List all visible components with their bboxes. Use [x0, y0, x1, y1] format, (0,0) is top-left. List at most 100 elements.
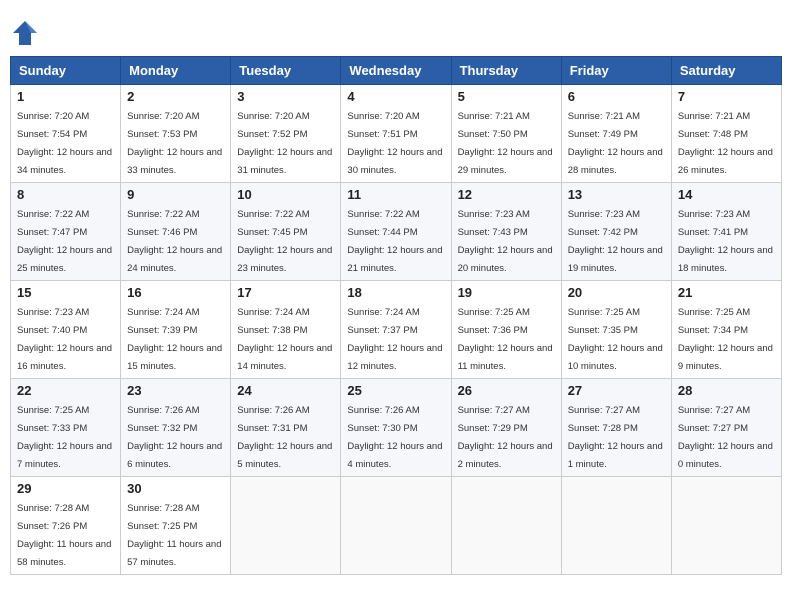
day-number: 22: [17, 383, 114, 398]
calendar-header-row: SundayMondayTuesdayWednesdayThursdayFrid…: [11, 57, 782, 85]
day-info: Sunrise: 7:23 AM Sunset: 7:42 PM Dayligh…: [568, 209, 663, 274]
day-info: Sunrise: 7:23 AM Sunset: 7:43 PM Dayligh…: [458, 209, 553, 274]
day-number: 12: [458, 187, 555, 202]
day-info: Sunrise: 7:22 AM Sunset: 7:46 PM Dayligh…: [127, 209, 222, 274]
day-number: 7: [678, 89, 775, 104]
day-number: 28: [678, 383, 775, 398]
day-info: Sunrise: 7:23 AM Sunset: 7:40 PM Dayligh…: [17, 307, 112, 372]
day-info: Sunrise: 7:20 AM Sunset: 7:53 PM Dayligh…: [127, 111, 222, 176]
page: SundayMondayTuesdayWednesdayThursdayFrid…: [10, 10, 782, 575]
calendar-cell: [671, 477, 781, 575]
calendar-cell: 7 Sunrise: 7:21 AM Sunset: 7:48 PM Dayli…: [671, 85, 781, 183]
day-info: Sunrise: 7:20 AM Sunset: 7:52 PM Dayligh…: [237, 111, 332, 176]
calendar-cell: 27 Sunrise: 7:27 AM Sunset: 7:28 PM Dayl…: [561, 379, 671, 477]
calendar-week-4: 22 Sunrise: 7:25 AM Sunset: 7:33 PM Dayl…: [11, 379, 782, 477]
weekday-header-friday: Friday: [561, 57, 671, 85]
day-info: Sunrise: 7:26 AM Sunset: 7:30 PM Dayligh…: [347, 405, 442, 470]
calendar-cell: 16 Sunrise: 7:24 AM Sunset: 7:39 PM Dayl…: [121, 281, 231, 379]
calendar-cell: 14 Sunrise: 7:23 AM Sunset: 7:41 PM Dayl…: [671, 183, 781, 281]
calendar-cell: 8 Sunrise: 7:22 AM Sunset: 7:47 PM Dayli…: [11, 183, 121, 281]
day-info: Sunrise: 7:25 AM Sunset: 7:36 PM Dayligh…: [458, 307, 553, 372]
calendar-cell: 29 Sunrise: 7:28 AM Sunset: 7:26 PM Dayl…: [11, 477, 121, 575]
day-number: 13: [568, 187, 665, 202]
calendar-table: SundayMondayTuesdayWednesdayThursdayFrid…: [10, 56, 782, 575]
calendar-cell: 2 Sunrise: 7:20 AM Sunset: 7:53 PM Dayli…: [121, 85, 231, 183]
calendar-week-1: 1 Sunrise: 7:20 AM Sunset: 7:54 PM Dayli…: [11, 85, 782, 183]
day-number: 4: [347, 89, 444, 104]
calendar-cell: 3 Sunrise: 7:20 AM Sunset: 7:52 PM Dayli…: [231, 85, 341, 183]
calendar-cell: 20 Sunrise: 7:25 AM Sunset: 7:35 PM Dayl…: [561, 281, 671, 379]
day-number: 15: [17, 285, 114, 300]
day-info: Sunrise: 7:22 AM Sunset: 7:44 PM Dayligh…: [347, 209, 442, 274]
calendar-cell: 18 Sunrise: 7:24 AM Sunset: 7:37 PM Dayl…: [341, 281, 451, 379]
day-info: Sunrise: 7:21 AM Sunset: 7:48 PM Dayligh…: [678, 111, 773, 176]
day-number: 24: [237, 383, 334, 398]
day-number: 5: [458, 89, 555, 104]
day-info: Sunrise: 7:21 AM Sunset: 7:50 PM Dayligh…: [458, 111, 553, 176]
day-info: Sunrise: 7:25 AM Sunset: 7:35 PM Dayligh…: [568, 307, 663, 372]
day-number: 29: [17, 481, 114, 496]
day-number: 10: [237, 187, 334, 202]
calendar-cell: 26 Sunrise: 7:27 AM Sunset: 7:29 PM Dayl…: [451, 379, 561, 477]
day-number: 11: [347, 187, 444, 202]
day-info: Sunrise: 7:23 AM Sunset: 7:41 PM Dayligh…: [678, 209, 773, 274]
calendar-cell: [341, 477, 451, 575]
calendar-cell: 9 Sunrise: 7:22 AM Sunset: 7:46 PM Dayli…: [121, 183, 231, 281]
weekday-header-saturday: Saturday: [671, 57, 781, 85]
day-info: Sunrise: 7:24 AM Sunset: 7:37 PM Dayligh…: [347, 307, 442, 372]
calendar-week-3: 15 Sunrise: 7:23 AM Sunset: 7:40 PM Dayl…: [11, 281, 782, 379]
calendar-cell: 13 Sunrise: 7:23 AM Sunset: 7:42 PM Dayl…: [561, 183, 671, 281]
day-number: 30: [127, 481, 224, 496]
day-info: Sunrise: 7:21 AM Sunset: 7:49 PM Dayligh…: [568, 111, 663, 176]
day-info: Sunrise: 7:22 AM Sunset: 7:47 PM Dayligh…: [17, 209, 112, 274]
calendar-body: 1 Sunrise: 7:20 AM Sunset: 7:54 PM Dayli…: [11, 85, 782, 575]
day-info: Sunrise: 7:27 AM Sunset: 7:29 PM Dayligh…: [458, 405, 553, 470]
day-info: Sunrise: 7:24 AM Sunset: 7:38 PM Dayligh…: [237, 307, 332, 372]
weekday-header-sunday: Sunday: [11, 57, 121, 85]
day-info: Sunrise: 7:25 AM Sunset: 7:33 PM Dayligh…: [17, 405, 112, 470]
calendar-cell: 30 Sunrise: 7:28 AM Sunset: 7:25 PM Dayl…: [121, 477, 231, 575]
calendar-cell: 28 Sunrise: 7:27 AM Sunset: 7:27 PM Dayl…: [671, 379, 781, 477]
calendar-week-2: 8 Sunrise: 7:22 AM Sunset: 7:47 PM Dayli…: [11, 183, 782, 281]
day-info: Sunrise: 7:20 AM Sunset: 7:54 PM Dayligh…: [17, 111, 112, 176]
day-number: 8: [17, 187, 114, 202]
day-info: Sunrise: 7:22 AM Sunset: 7:45 PM Dayligh…: [237, 209, 332, 274]
logo: [10, 18, 44, 48]
calendar-cell: 21 Sunrise: 7:25 AM Sunset: 7:34 PM Dayl…: [671, 281, 781, 379]
calendar-week-5: 29 Sunrise: 7:28 AM Sunset: 7:26 PM Dayl…: [11, 477, 782, 575]
day-number: 9: [127, 187, 224, 202]
day-info: Sunrise: 7:27 AM Sunset: 7:27 PM Dayligh…: [678, 405, 773, 470]
calendar-cell: 6 Sunrise: 7:21 AM Sunset: 7:49 PM Dayli…: [561, 85, 671, 183]
day-number: 1: [17, 89, 114, 104]
day-number: 17: [237, 285, 334, 300]
day-info: Sunrise: 7:25 AM Sunset: 7:34 PM Dayligh…: [678, 307, 773, 372]
day-number: 25: [347, 383, 444, 398]
calendar-cell: 11 Sunrise: 7:22 AM Sunset: 7:44 PM Dayl…: [341, 183, 451, 281]
day-info: Sunrise: 7:28 AM Sunset: 7:26 PM Dayligh…: [17, 503, 111, 568]
calendar-cell: 10 Sunrise: 7:22 AM Sunset: 7:45 PM Dayl…: [231, 183, 341, 281]
calendar-cell: 19 Sunrise: 7:25 AM Sunset: 7:36 PM Dayl…: [451, 281, 561, 379]
day-info: Sunrise: 7:24 AM Sunset: 7:39 PM Dayligh…: [127, 307, 222, 372]
calendar-cell: 17 Sunrise: 7:24 AM Sunset: 7:38 PM Dayl…: [231, 281, 341, 379]
calendar-cell: 1 Sunrise: 7:20 AM Sunset: 7:54 PM Dayli…: [11, 85, 121, 183]
day-number: 6: [568, 89, 665, 104]
day-number: 3: [237, 89, 334, 104]
logo-icon: [10, 18, 40, 48]
calendar-cell: 24 Sunrise: 7:26 AM Sunset: 7:31 PM Dayl…: [231, 379, 341, 477]
day-info: Sunrise: 7:28 AM Sunset: 7:25 PM Dayligh…: [127, 503, 221, 568]
day-number: 27: [568, 383, 665, 398]
calendar-cell: [561, 477, 671, 575]
day-number: 16: [127, 285, 224, 300]
calendar-cell: 12 Sunrise: 7:23 AM Sunset: 7:43 PM Dayl…: [451, 183, 561, 281]
calendar-cell: 15 Sunrise: 7:23 AM Sunset: 7:40 PM Dayl…: [11, 281, 121, 379]
weekday-header-wednesday: Wednesday: [341, 57, 451, 85]
day-number: 18: [347, 285, 444, 300]
day-info: Sunrise: 7:20 AM Sunset: 7:51 PM Dayligh…: [347, 111, 442, 176]
calendar-cell: [231, 477, 341, 575]
weekday-header-tuesday: Tuesday: [231, 57, 341, 85]
day-number: 20: [568, 285, 665, 300]
day-number: 2: [127, 89, 224, 104]
day-number: 26: [458, 383, 555, 398]
day-number: 21: [678, 285, 775, 300]
day-number: 23: [127, 383, 224, 398]
